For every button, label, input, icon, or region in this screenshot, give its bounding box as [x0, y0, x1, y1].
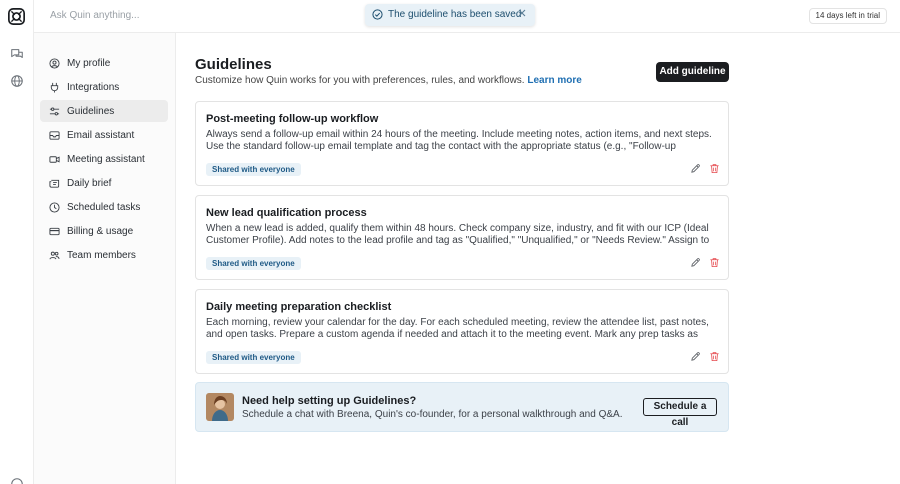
- sidebar-item-billing[interactable]: Billing & usage: [40, 220, 168, 242]
- page-subtitle: Customize how Quin works for you with pr…: [195, 75, 582, 86]
- trial-badge: 14 days left in trial: [808, 8, 887, 24]
- guideline-description: When a new lead is added, qualify them w…: [206, 223, 710, 246]
- sharing-badge: Shared with everyone: [206, 163, 301, 176]
- help-icon[interactable]: [10, 477, 24, 484]
- sidebar-item-team-members[interactable]: Team members: [40, 244, 168, 266]
- guideline-card[interactable]: Daily meeting preparation checklist Each…: [195, 289, 729, 374]
- user-icon: [49, 57, 60, 69]
- sidebar-item-label: Meeting assistant: [67, 153, 145, 165]
- sharing-badge: Shared with everyone: [206, 351, 301, 364]
- clock-icon: [49, 201, 60, 213]
- delete-icon[interactable]: [709, 163, 720, 174]
- sidebar-item-scheduled-tasks[interactable]: Scheduled tasks: [40, 196, 168, 218]
- help-banner: Need help setting up Guidelines? Schedul…: [195, 382, 729, 432]
- avatar: [206, 393, 234, 421]
- sidebar-item-guidelines[interactable]: Guidelines: [40, 100, 168, 122]
- page-title: Guidelines: [195, 56, 272, 73]
- schedule-call-button[interactable]: Schedule a call: [643, 398, 717, 428]
- sidebar-item-label: Guidelines: [67, 105, 115, 117]
- video-icon: [49, 155, 60, 163]
- app-rail: [0, 0, 34, 484]
- delete-icon[interactable]: [709, 257, 720, 268]
- newspaper-icon: [49, 179, 60, 188]
- sharing-badge: Shared with everyone: [206, 257, 301, 270]
- edit-icon[interactable]: [690, 257, 701, 268]
- sidebar-item-integrations[interactable]: Integrations: [40, 76, 168, 98]
- check-circle-icon: [372, 9, 383, 20]
- help-title: Need help setting up Guidelines?: [242, 395, 417, 407]
- guideline-title: Post-meeting follow-up workflow: [206, 113, 379, 125]
- search-input[interactable]: Ask Quin anything...: [50, 10, 140, 21]
- sidebar-item-label: Team members: [67, 249, 136, 261]
- guideline-title: New lead qualification process: [206, 207, 367, 219]
- users-icon: [49, 251, 60, 259]
- guideline-card[interactable]: New lead qualification process When a ne…: [195, 195, 729, 280]
- guidelines-page: Guidelines Customize how Quin works for …: [177, 33, 900, 484]
- guideline-description: Always send a follow-up email within 24 …: [206, 129, 712, 152]
- sliders-icon: [49, 107, 60, 115]
- edit-icon[interactable]: [690, 163, 701, 174]
- help-subtitle: Schedule a chat with Breena, Quin's co-f…: [242, 409, 623, 420]
- toast-message: The guideline has been saved: [388, 9, 522, 20]
- chat-icon[interactable]: [10, 47, 24, 61]
- delete-icon[interactable]: [709, 351, 720, 362]
- sidebar-item-daily-brief[interactable]: Daily brief: [40, 172, 168, 194]
- page-subtitle-text: Customize how Quin works for you with pr…: [195, 75, 525, 86]
- sidebar-item-email-assistant[interactable]: Email assistant: [40, 124, 168, 146]
- settings-sidebar: My profile Integrations Guidelines Email…: [34, 33, 176, 484]
- guideline-card[interactable]: Post-meeting follow-up workflow Always s…: [195, 101, 729, 186]
- sidebar-item-label: Integrations: [67, 81, 120, 93]
- success-toast: The guideline has been saved: [365, 4, 535, 26]
- guideline-title: Daily meeting preparation checklist: [206, 301, 392, 313]
- guideline-description: Each morning, review your calendar for t…: [206, 317, 709, 340]
- globe-icon[interactable]: [10, 74, 24, 88]
- mail-icon: [49, 130, 60, 140]
- learn-more-link[interactable]: Learn more: [527, 75, 581, 86]
- close-icon[interactable]: [518, 9, 526, 17]
- plug-icon: [50, 82, 59, 93]
- sidebar-item-label: Billing & usage: [67, 225, 134, 237]
- sidebar-item-meeting-assistant[interactable]: Meeting assistant: [40, 148, 168, 170]
- sidebar-item-label: My profile: [67, 57, 111, 69]
- edit-icon[interactable]: [690, 351, 701, 362]
- sidebar-item-label: Scheduled tasks: [67, 201, 141, 213]
- quin-logo-icon[interactable]: [8, 8, 25, 25]
- credit-card-icon: [49, 227, 60, 235]
- add-guideline-button[interactable]: Add guideline: [656, 62, 729, 82]
- sidebar-item-label: Daily brief: [67, 177, 112, 189]
- sidebar-item-my-profile[interactable]: My profile: [40, 52, 168, 74]
- sidebar-item-label: Email assistant: [67, 129, 135, 141]
